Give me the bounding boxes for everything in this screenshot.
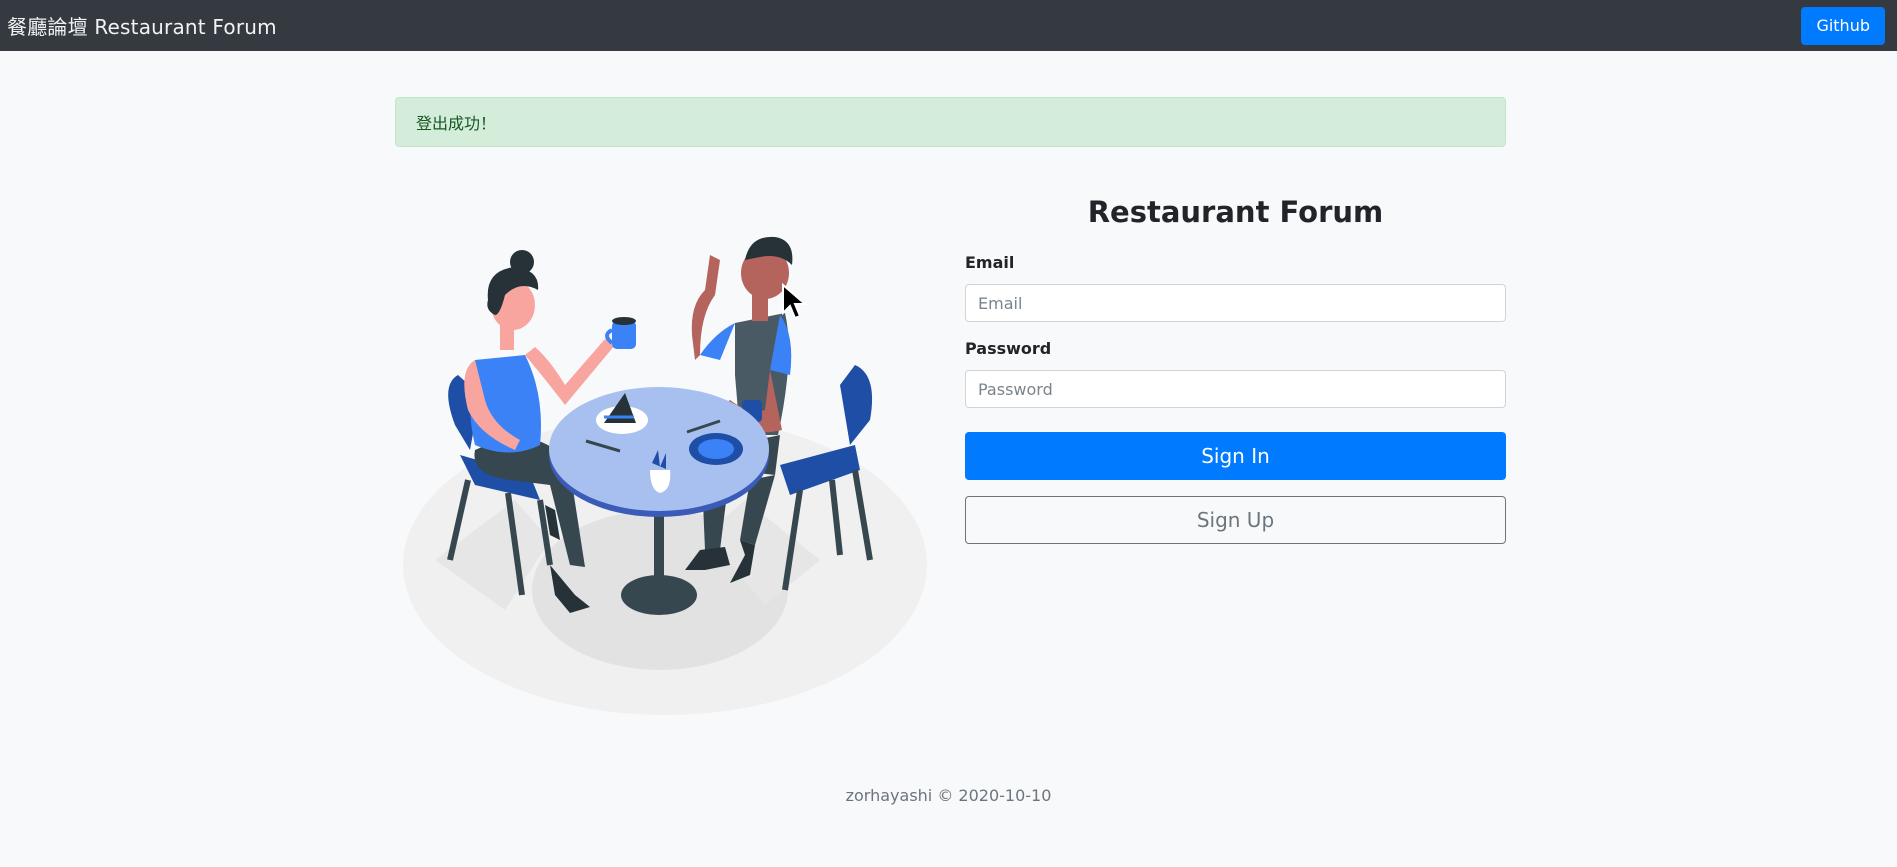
password-label: Password [965,339,1052,358]
signin-form: Restaurant Forum Email Password Sign In … [965,190,1506,544]
email-field[interactable] [965,284,1506,322]
logout-success-alert: 登出成功！ [395,97,1506,147]
mouse-pointer-icon [782,283,807,320]
navbar: 餐廳論壇 Restaurant Forum Github [0,0,1897,51]
sign-up-button[interactable]: Sign Up [965,496,1506,544]
footer: zorhayashi © 2020-10-10 [845,786,1052,805]
github-button[interactable]: Github [1801,6,1885,45]
couple-at-cafe-illustration [400,235,940,720]
sign-in-button[interactable]: Sign In [965,432,1506,480]
password-field[interactable] [965,370,1506,408]
form-title: Restaurant Forum [1087,195,1384,229]
email-label: Email [965,253,1015,272]
navbar-brand[interactable]: 餐廳論壇 Restaurant Forum [7,11,277,40]
alert-message: 登出成功！ [416,114,497,133]
